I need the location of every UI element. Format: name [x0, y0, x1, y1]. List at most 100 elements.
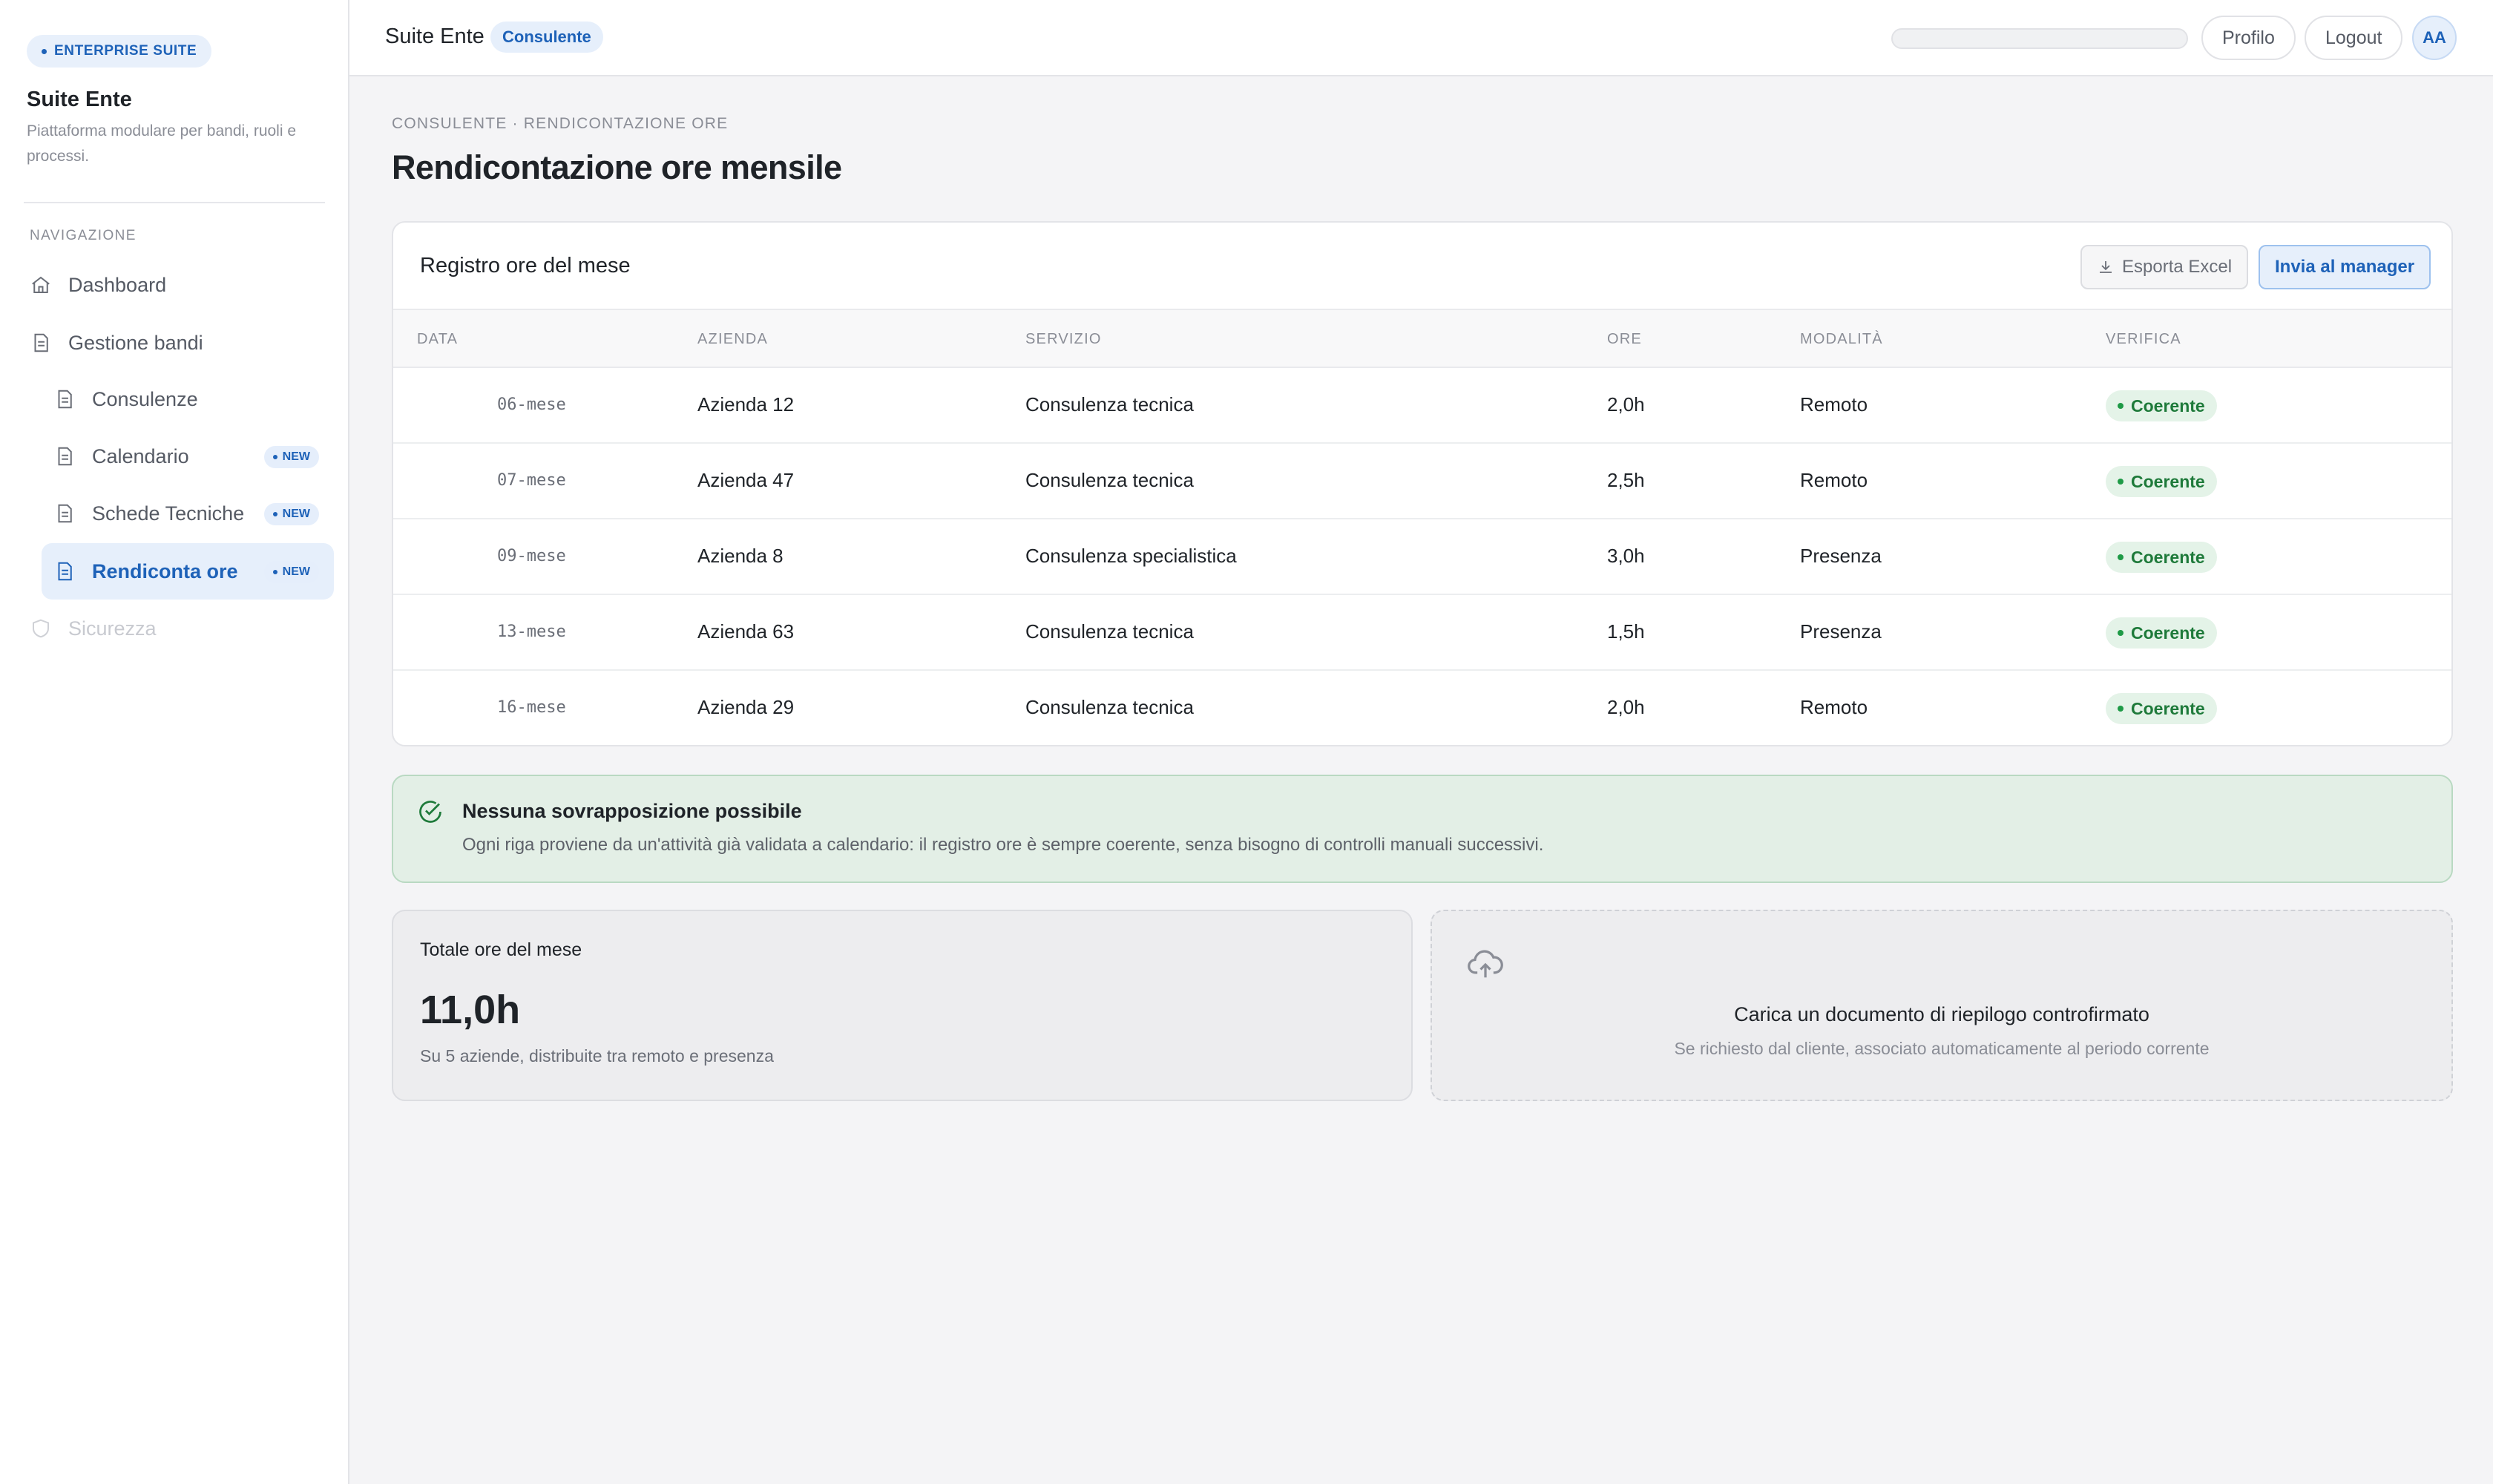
badge-dot-icon — [272, 570, 277, 574]
breadcrumb: CONSULENTE · RENDICONTAZIONE ORE — [392, 115, 729, 132]
table-header: DATA AZIENDA SERVIZIO ORE MODALITÀ VERIF… — [393, 309, 2451, 368]
sidebar-item-calendario[interactable]: Calendario NEW — [42, 428, 334, 485]
home-icon — [32, 276, 50, 293]
cell-azienda: Azienda 63 — [697, 620, 795, 643]
sidebar-item-dashboard[interactable]: Dashboard — [27, 257, 334, 313]
status-dot-icon — [2118, 706, 2124, 712]
role-badge: Consulente — [490, 22, 603, 53]
cell-servizio: Consulenza tecnica — [1025, 469, 1194, 491]
cell-servizio: Consulenza tecnica — [1025, 696, 1194, 718]
sidebar-item-gestione-bandi[interactable]: Gestione bandi — [27, 315, 334, 371]
cloud-upload-icon — [1468, 950, 1503, 978]
sidebar-item-label: Sicurezza — [68, 617, 157, 640]
status-label: Coerente — [2131, 698, 2205, 718]
status-badge: Coerente — [2106, 390, 2217, 421]
new-badge-label: NEW — [282, 565, 310, 578]
status-badge: Coerente — [2106, 693, 2217, 724]
badge-dot-icon — [42, 48, 47, 54]
upload-subtext: Se richiesto dal cliente, associato auto… — [1674, 1039, 2210, 1058]
upload-title: Carica un documento di riepilogo controf… — [1734, 1003, 2149, 1025]
enterprise-badge-label: ENTERPRISE SUITE — [54, 43, 197, 59]
send-to-manager-button[interactable]: Invia al manager — [2259, 245, 2431, 289]
export-excel-button[interactable]: Esporta Excel — [2080, 245, 2249, 289]
download-icon — [2100, 261, 2112, 273]
cell-modalita: Presenza — [1800, 620, 1882, 643]
sidebar-item-rendiconta-ore[interactable]: Rendiconta ore NEW — [42, 543, 334, 600]
sidebar: ENTERPRISE SUITE Suite Ente Piattaforma … — [0, 0, 349, 1484]
document-icon — [34, 333, 48, 352]
badge-dot-icon — [272, 512, 277, 516]
table-row[interactable]: 09-mese Azienda 8 Consulenza specialisti… — [393, 519, 2451, 595]
status-dot-icon — [2118, 479, 2124, 485]
sidebar-item-label: Consulenze — [92, 387, 198, 410]
column-header-servizio: SERVIZIO — [1025, 331, 1102, 347]
status-badge: Coerente — [2106, 466, 2217, 497]
column-header-azienda: AZIENDA — [697, 331, 769, 347]
status-label: Coerente — [2131, 623, 2205, 643]
cell-servizio: Consulenza tecnica — [1025, 393, 1194, 416]
total-hours-value: 11,0h — [420, 988, 521, 1032]
cell-modalita: Remoto — [1800, 469, 1868, 491]
document-icon — [58, 504, 72, 523]
cell-ore: 2,5h — [1607, 469, 1645, 491]
cell-ore: 1,5h — [1607, 620, 1645, 643]
cell-ore: 2,0h — [1607, 696, 1645, 718]
status-badge: Coerente — [2106, 617, 2217, 649]
sidebar-item-schede-tecniche[interactable]: Schede Tecniche NEW — [42, 485, 334, 542]
cell-servizio: Consulenza specialistica — [1025, 545, 1237, 567]
cell-ore: 2,0h — [1607, 393, 1645, 416]
new-badge-label: NEW — [282, 508, 310, 520]
cell-data: 06-mese — [497, 395, 566, 414]
app-root: ENTERPRISE SUITE Suite Ente Piattaforma … — [0, 0, 2493, 1484]
badge-dot-icon — [272, 455, 277, 459]
table-row[interactable]: 07-mese Azienda 47 Consulenza tecnica 2,… — [393, 444, 2451, 519]
sidebar-item-consulenze[interactable]: Consulenze — [42, 371, 334, 427]
status-label: Coerente — [2131, 471, 2205, 491]
status-label: Coerente — [2131, 547, 2205, 567]
brand-subtitle: Piattaforma modulare per bandi, ruoli e … — [27, 122, 297, 165]
status-label: Coerente — [2131, 395, 2205, 416]
sidebar-item-label: Schede Tecniche — [92, 502, 245, 525]
search-input[interactable] — [1891, 28, 2188, 49]
table-row[interactable]: 16-mese Azienda 29 Consulenza tecnica 2,… — [393, 671, 2451, 745]
cell-servizio: Consulenza tecnica — [1025, 620, 1194, 643]
shield-icon — [33, 619, 49, 638]
status-dot-icon — [2118, 403, 2124, 409]
check-circle-icon — [419, 801, 441, 823]
cell-modalita: Remoto — [1800, 393, 1868, 416]
total-hours-card: Totale ore del mese 11,0h Su 5 aziende, … — [392, 910, 1413, 1101]
app-title: Suite Ente — [385, 24, 485, 48]
topbar: Suite Ente Consulente Profilo Logout AA — [349, 0, 2493, 76]
total-hours-subtext: Su 5 aziende, distribuite tra remoto e p… — [420, 1046, 774, 1066]
export-excel-label: Esporta Excel — [2122, 257, 2233, 277]
sidebar-item-label: Rendiconta ore — [92, 559, 238, 582]
no-overlap-alert: Nessuna sovrapposizione possibile Ogni r… — [392, 775, 2453, 883]
upload-dropzone[interactable]: Carica un documento di riepilogo controf… — [1431, 910, 2453, 1101]
new-badge-label: NEW — [282, 450, 310, 463]
sidebar-divider — [24, 202, 325, 203]
brand-title: Suite Ente — [27, 88, 132, 111]
document-icon — [58, 447, 72, 466]
table-row[interactable]: 13-mese Azienda 63 Consulenza tecnica 1,… — [393, 595, 2451, 671]
logout-button[interactable]: Logout — [2305, 16, 2403, 60]
sidebar-item-label: Calendario — [92, 444, 189, 467]
cell-modalita: Remoto — [1800, 696, 1868, 718]
cell-ore: 3,0h — [1607, 545, 1645, 567]
sidebar-item-label: Gestione bandi — [68, 331, 203, 354]
avatar[interactable]: AA — [2412, 16, 2457, 60]
alert-title: Nessuna sovrapposizione possibile — [462, 800, 802, 822]
document-icon — [58, 562, 72, 581]
card-title: Registro ore del mese — [420, 254, 631, 278]
document-icon — [58, 390, 72, 409]
status-dot-icon — [2118, 630, 2124, 636]
alert-text: Ogni riga proviene da un'attività già va… — [462, 835, 1544, 855]
enterprise-badge: ENTERPRISE SUITE — [27, 35, 212, 68]
cell-azienda: Azienda 47 — [697, 469, 795, 491]
column-header-ore: ORE — [1607, 331, 1642, 347]
total-hours-label: Totale ore del mese — [420, 939, 582, 960]
profile-button[interactable]: Profilo — [2201, 16, 2296, 60]
cell-data: 07-mese — [497, 471, 566, 490]
table-row[interactable]: 06-mese Azienda 12 Consulenza tecnica 2,… — [393, 368, 2451, 444]
cell-data: 09-mese — [497, 547, 566, 565]
column-header-verifica: VERIFICA — [2106, 331, 2181, 347]
